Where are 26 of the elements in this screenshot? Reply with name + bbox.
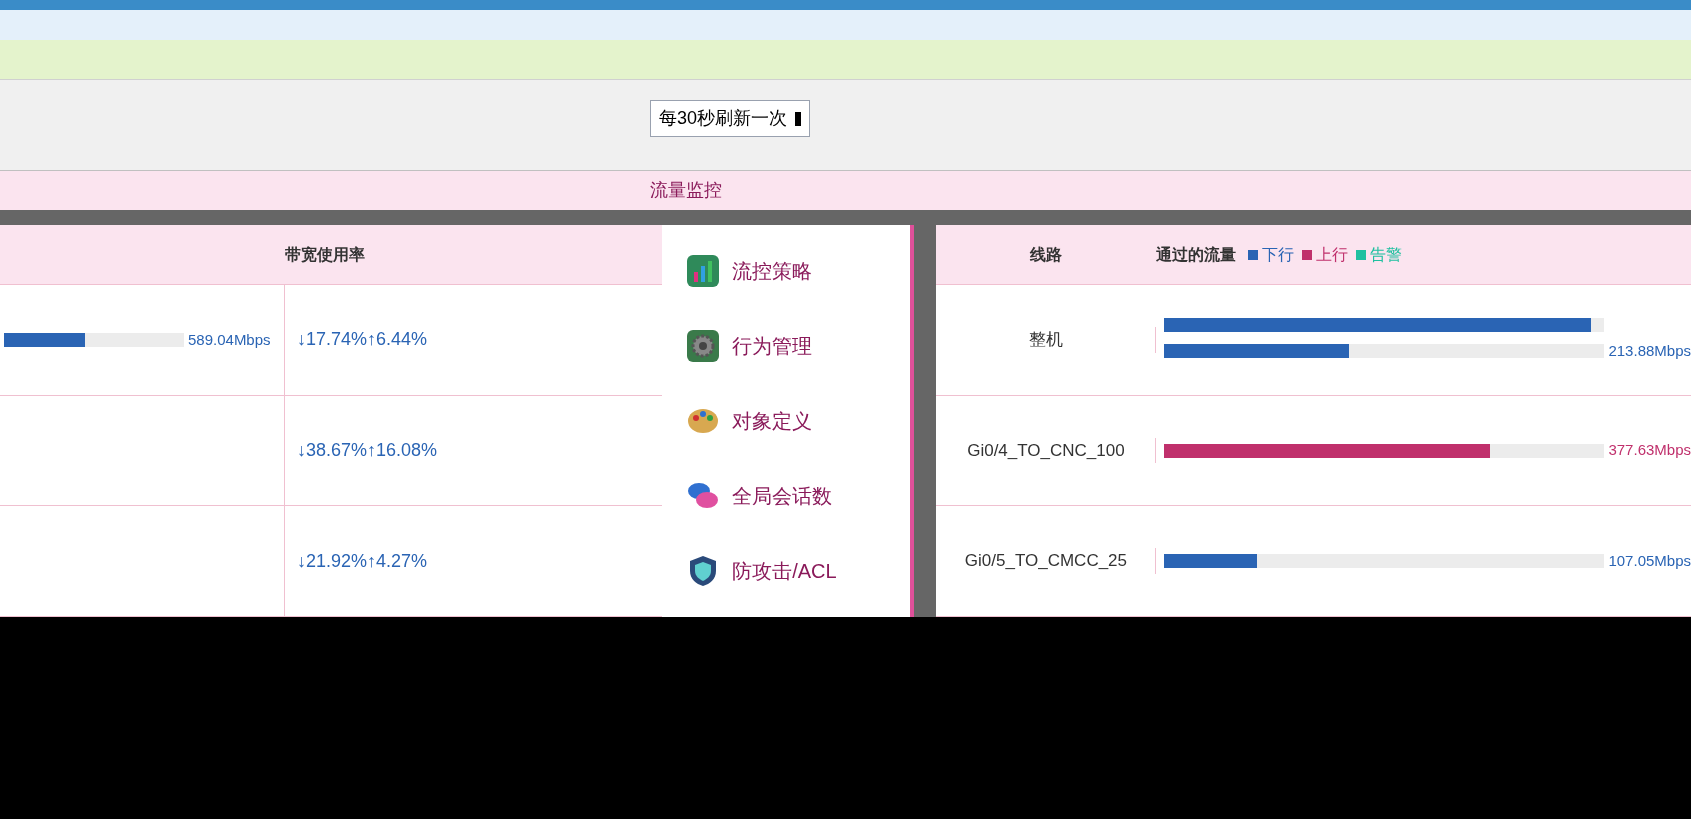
traffic-reading: 589.04Mbps — [188, 329, 271, 350]
legend-label: 告警 — [1370, 244, 1403, 265]
bar-chart-icon — [686, 253, 721, 288]
line-name: 整机 — [936, 327, 1157, 353]
menu-item[interactable]: 全局会话数 — [686, 479, 911, 514]
caret-icon — [795, 111, 802, 126]
line-name: Gi0/5_TO_CMCC_25 — [936, 548, 1157, 574]
gear-icon — [686, 328, 721, 363]
usage-text: ↓38.67%↑16.08% — [296, 439, 438, 462]
column-header: 线路 — [1029, 244, 1064, 265]
column-header: 带宽使用率 — [285, 244, 365, 265]
legend-label: 下行 — [1262, 244, 1295, 265]
column-header: 通过的流量 — [1156, 244, 1237, 265]
traffic-reading: 377.63Mbps — [1608, 440, 1691, 461]
traffic-reading: 213.88Mbps — [1608, 340, 1691, 361]
menu-item[interactable]: 行为管理 — [686, 328, 911, 363]
menu-item[interactable]: 防攻击/ACL — [686, 554, 911, 589]
menu-item[interactable]: 对象定义 — [686, 403, 911, 438]
line-name: Gi0/4_TO_CNC_100 — [936, 437, 1157, 464]
traffic-reading: 107.05Mbps — [1608, 550, 1691, 571]
refresh-dropdown[interactable]: 每30秒刷新一次 — [650, 100, 811, 137]
usage-text: ↓21.92%↑4.27% — [296, 549, 428, 573]
section-title: 流量监控 — [650, 179, 722, 202]
legend-label: 上行 — [1316, 244, 1349, 265]
usage-text: ↓17.74%↑6.44% — [296, 328, 428, 352]
menu-item[interactable]: 流控策略 — [686, 253, 911, 288]
